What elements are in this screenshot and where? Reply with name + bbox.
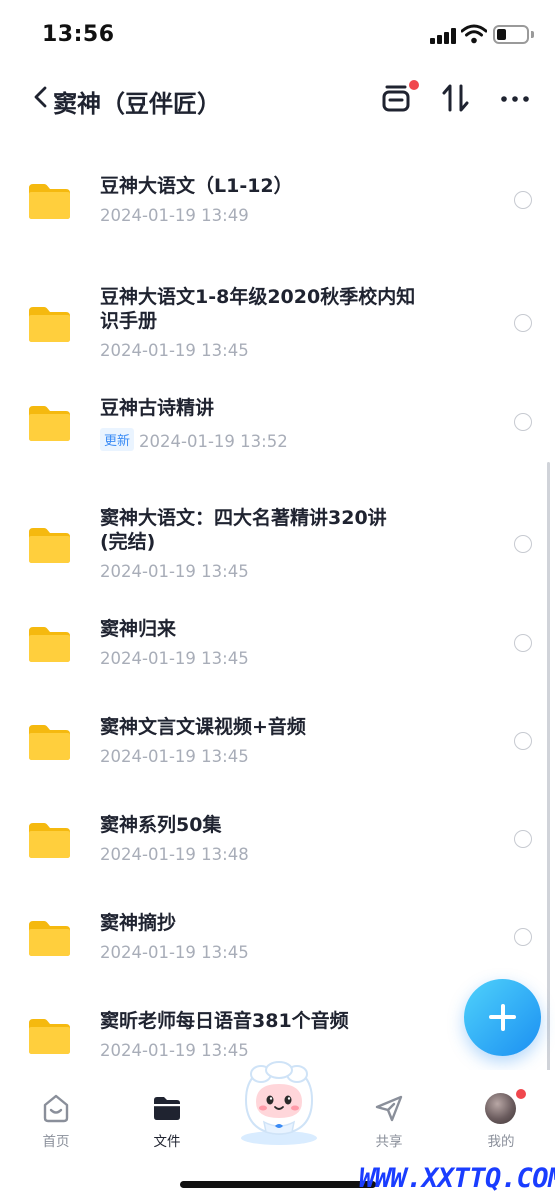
update-badge: 更新 — [100, 428, 135, 451]
file-date: 2024-01-19 13:45 — [100, 341, 249, 360]
battery-icon — [493, 25, 529, 44]
folder-icon — [29, 406, 70, 441]
file-name: 窦神大语文：四大名著精讲320讲 (完结) — [100, 506, 460, 554]
file-name-line: 豆神大语文1-8年级2020秋季校内知 — [100, 286, 416, 308]
battery-cap — [531, 31, 534, 38]
home-icon — [43, 1094, 69, 1123]
file-name: 窦神文言文课视频+音频 — [100, 715, 460, 739]
tab-label: 共享 — [375, 1134, 403, 1150]
file-meta: 2024-01-19 13:49 — [100, 206, 249, 225]
file-name-line: (完结) — [100, 531, 156, 553]
select-checkbox[interactable] — [514, 191, 532, 209]
tab-label: 首页 — [42, 1134, 70, 1150]
file-name: 窦昕老师每日语音381个音频 — [100, 1009, 460, 1033]
file-meta: 2024-01-19 13:45 — [100, 1041, 249, 1060]
folder-icon — [29, 528, 70, 563]
file-row[interactable]: 豆神大语文（L1-12） 2024-01-19 13:49 — [0, 174, 555, 274]
select-checkbox[interactable] — [514, 634, 532, 652]
file-meta: 更新 2024-01-19 13:52 — [100, 428, 288, 451]
file-meta: 2024-01-19 13:45 — [100, 649, 249, 668]
watermark: WWW.XXTTQ.COM — [359, 1163, 555, 1194]
mascot-icon[interactable] — [228, 1060, 330, 1146]
folder-icon — [154, 1097, 180, 1120]
folder-icon — [29, 921, 70, 956]
file-date: 2024-01-19 13:45 — [100, 1041, 249, 1060]
file-row[interactable]: 窦神文言文课视频+音频 2024-01-19 13:45 — [0, 715, 555, 815]
file-date: 2024-01-19 13:49 — [100, 206, 249, 225]
scrollbar[interactable] — [547, 462, 550, 1079]
file-name: 窦神归来 — [100, 617, 460, 641]
file-date: 2024-01-19 13:45 — [100, 747, 249, 766]
send-icon — [375, 1095, 403, 1122]
file-date: 2024-01-19 13:48 — [100, 845, 249, 864]
file-date: 2024-01-19 13:45 — [100, 649, 249, 668]
tab-label: 我的 — [487, 1134, 515, 1150]
file-name-line: 识手册 — [100, 310, 158, 332]
folder-icon — [29, 725, 70, 760]
file-date: 2024-01-19 13:52 — [139, 432, 288, 451]
file-name-line: 窦昕老师每日语音381个音频 — [100, 1010, 349, 1032]
cellular-signal-icon — [430, 28, 456, 44]
notification-dot — [409, 80, 419, 90]
file-name: 豆神大语文（L1-12） — [100, 174, 460, 198]
file-meta: 2024-01-19 13:45 — [100, 943, 249, 962]
page-title: 窦神（豆伴匠） — [53, 90, 221, 118]
file-name-line: 窦神大语文：四大名著精讲320讲 — [100, 507, 387, 529]
folder-icon — [29, 1019, 70, 1054]
file-name-line: 窦神摘抄 — [100, 912, 177, 934]
file-row[interactable]: 窦神系列50集 2024-01-19 13:48 — [0, 813, 555, 913]
file-name: 豆神大语文1-8年级2020秋季校内知 识手册 — [100, 285, 460, 333]
file-name: 豆神古诗精讲 — [100, 396, 460, 420]
folder-icon — [29, 184, 70, 219]
more-icon[interactable] — [497, 80, 533, 116]
file-meta: 2024-01-19 13:48 — [100, 845, 249, 864]
file-name-line: 窦神系列50集 — [100, 814, 222, 836]
folder-icon — [29, 627, 70, 662]
file-name-line: 豆神古诗精讲 — [100, 397, 215, 419]
file-date: 2024-01-19 13:45 — [100, 943, 249, 962]
file-meta: 2024-01-19 13:45 — [100, 562, 249, 581]
tab-home[interactable]: 首页 — [11, 1070, 101, 1160]
file-row[interactable]: 窦神归来 2024-01-19 13:45 — [0, 617, 555, 717]
select-checkbox[interactable] — [514, 732, 532, 750]
file-row[interactable]: 豆神古诗精讲 更新 2024-01-19 13:52 — [0, 396, 555, 496]
select-checkbox[interactable] — [514, 830, 532, 848]
notification-dot — [515, 1088, 527, 1100]
file-date: 2024-01-19 13:45 — [100, 562, 249, 581]
select-checkbox[interactable] — [514, 413, 532, 431]
status-time: 13:56 — [42, 22, 115, 47]
file-meta: 2024-01-19 13:45 — [100, 341, 249, 360]
folder-icon — [29, 823, 70, 858]
file-name-line: 豆神大语文（L1-12） — [100, 175, 293, 197]
home-indicator — [180, 1181, 376, 1188]
add-button[interactable] — [464, 979, 541, 1056]
select-checkbox[interactable] — [514, 314, 532, 332]
status-bar: 13:56 — [0, 0, 555, 70]
file-row[interactable]: 豆神大语文1-8年级2020秋季校内知 识手册 2024-01-19 13:45 — [0, 285, 555, 385]
file-name: 窦神系列50集 — [100, 813, 460, 837]
file-name: 窦神摘抄 — [100, 911, 460, 935]
file-name-line: 窦神文言文课视频+音频 — [100, 716, 306, 738]
select-checkbox[interactable] — [514, 928, 532, 946]
tab-files[interactable]: 文件 — [122, 1070, 212, 1160]
file-meta: 2024-01-19 13:45 — [100, 747, 249, 766]
select-checkbox[interactable] — [514, 535, 532, 553]
file-list[interactable]: 豆神大语文（L1-12） 2024-01-19 13:49 豆神大语文1-8年级20… — [0, 134, 555, 1070]
file-name-line: 窦神归来 — [100, 618, 177, 640]
wifi-icon — [461, 24, 487, 44]
clipped-list-header — [0, 120, 555, 134]
avatar[interactable] — [485, 1093, 516, 1124]
tab-label: 文件 — [153, 1134, 181, 1150]
folder-icon — [29, 307, 70, 342]
sort-icon[interactable] — [438, 80, 474, 116]
tab-share[interactable]: 共享 — [344, 1070, 434, 1160]
file-row[interactable]: 窦神大语文：四大名著精讲320讲 (完结) 2024-01-19 13:45 — [0, 506, 555, 606]
